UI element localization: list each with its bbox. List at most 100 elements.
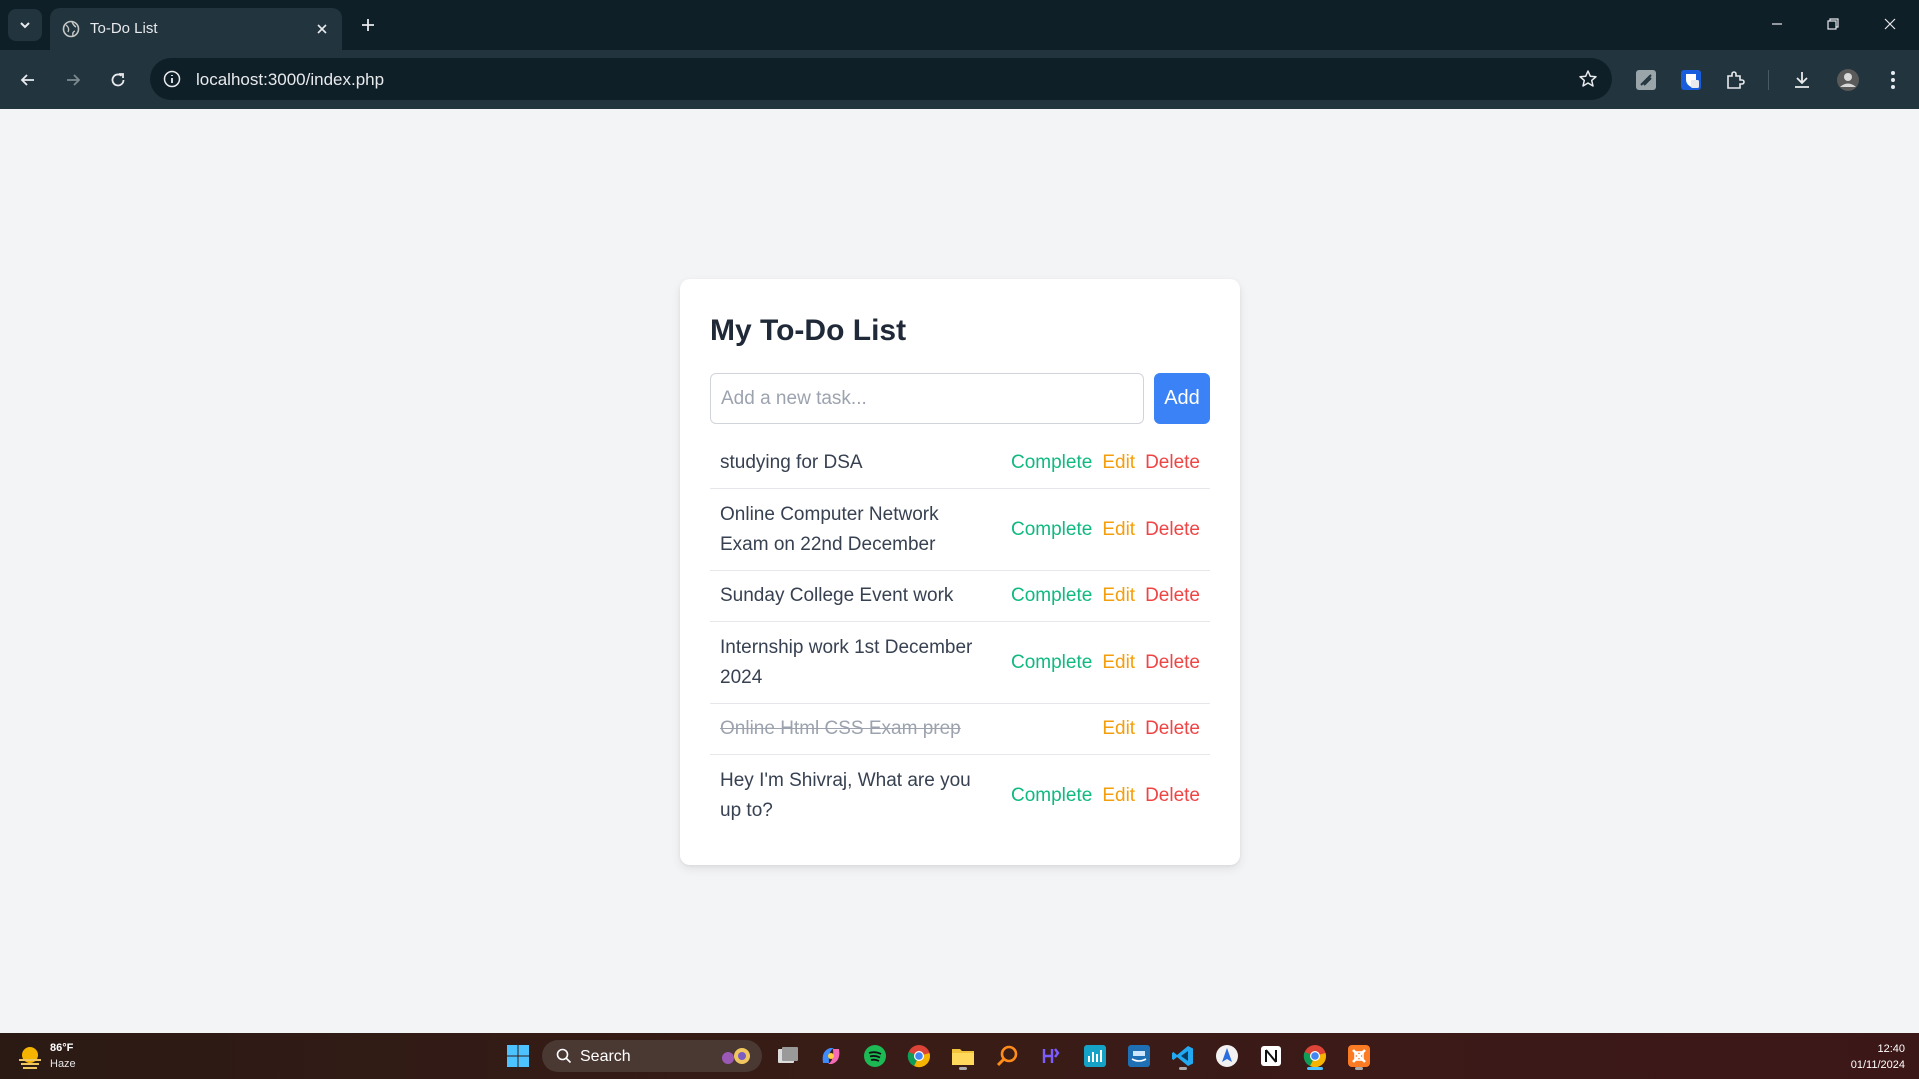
arrow-right-icon	[67, 74, 81, 86]
file-explorer-button[interactable]	[947, 1040, 979, 1072]
browser-titlebar: To-Do List	[0, 0, 1919, 50]
extension-button[interactable]	[1633, 67, 1659, 93]
url-text[interactable]: localhost:3000/index.php	[196, 70, 384, 90]
chrome-taskbar-button[interactable]	[903, 1040, 935, 1072]
prime-video-icon	[1128, 1045, 1150, 1067]
delete-button[interactable]: Delete	[1145, 652, 1200, 674]
edit-button[interactable]: Edit	[1102, 785, 1135, 807]
complete-button[interactable]: Complete	[1011, 785, 1092, 807]
edit-button[interactable]: Edit	[1102, 519, 1135, 541]
notion-button[interactable]	[1255, 1040, 1287, 1072]
task-actions: Complete Edit Delete	[1001, 652, 1200, 674]
xampp-icon	[1348, 1045, 1370, 1067]
bookmark-button[interactable]	[1576, 67, 1600, 91]
delete-button[interactable]: Delete	[1145, 452, 1200, 474]
running-indicator	[1355, 1067, 1363, 1070]
browser-tab[interactable]: To-Do List	[50, 8, 342, 50]
minimize-button[interactable]	[1749, 0, 1805, 48]
notion-icon	[1261, 1046, 1281, 1066]
search-icon	[556, 1048, 572, 1064]
weather-widget[interactable]: 86°F Haze	[14, 1041, 94, 1073]
close-window-button[interactable]	[1862, 0, 1918, 48]
new-tab-button[interactable]	[353, 10, 383, 40]
puzzle-icon	[1727, 71, 1745, 89]
extension-icon	[1636, 70, 1656, 90]
reload-button[interactable]	[102, 64, 134, 96]
complete-button[interactable]: Complete	[1011, 585, 1092, 607]
weather-temp: 86°F	[50, 1042, 74, 1054]
task-view-icon	[778, 1047, 798, 1063]
complete-button[interactable]: Complete	[1011, 652, 1092, 674]
task-item: studying for DSA Complete Edit Delete	[710, 438, 1210, 489]
xampp-button[interactable]	[1343, 1040, 1375, 1072]
delete-button[interactable]: Delete	[1145, 785, 1200, 807]
edit-button[interactable]: Edit	[1102, 585, 1135, 607]
bitwarden-extension-button[interactable]	[1678, 67, 1704, 93]
start-button[interactable]	[502, 1040, 534, 1072]
task-item-completed: Online Html CSS Exam prep Edit Delete	[710, 704, 1210, 755]
task-item: Sunday College Event work Complete Edit …	[710, 571, 1210, 622]
globe-icon	[62, 20, 80, 38]
delete-button[interactable]: Delete	[1145, 718, 1200, 740]
profile-button[interactable]	[1835, 67, 1861, 93]
close-icon	[1884, 18, 1896, 30]
delete-button[interactable]: Delete	[1145, 585, 1200, 607]
app-logo-icon	[1042, 1048, 1060, 1063]
search-highlight-icon	[722, 1048, 750, 1064]
search-app-button[interactable]	[991, 1040, 1023, 1072]
minimize-icon	[1772, 23, 1782, 25]
edit-button[interactable]: Edit	[1102, 652, 1135, 674]
clock-time: 12:40	[1877, 1043, 1905, 1055]
downloads-button[interactable]	[1789, 67, 1815, 93]
task-actions: Complete Edit Delete	[1001, 785, 1200, 807]
page-title: My To-Do List	[710, 314, 907, 347]
vscode-button[interactable]	[1167, 1040, 1199, 1072]
task-text: Hey I'm Shivraj, What are you up to?	[720, 770, 971, 821]
prime-video-button[interactable]	[1123, 1040, 1155, 1072]
task-text: studying for DSA	[720, 452, 863, 473]
edit-button[interactable]: Edit	[1102, 718, 1135, 740]
task-item: Online Computer Network Exam on 22nd Dec…	[710, 489, 1210, 571]
copilot-icon	[822, 1048, 840, 1064]
running-indicator	[959, 1067, 967, 1070]
complete-button[interactable]: Complete	[1011, 519, 1092, 541]
system-clock[interactable]: 12:40 01/11/2024	[1851, 1041, 1905, 1073]
task-text: Sunday College Event work	[720, 585, 954, 606]
arrow-left-icon	[20, 74, 34, 86]
task-view-button[interactable]	[772, 1040, 804, 1072]
new-task-input[interactable]	[710, 373, 1144, 424]
extensions-menu-button[interactable]	[1722, 67, 1748, 93]
edit-button[interactable]: Edit	[1102, 452, 1135, 474]
running-indicator	[1307, 1067, 1323, 1070]
taskbar-search[interactable]: Search	[542, 1040, 762, 1072]
copilot-button[interactable]	[815, 1040, 847, 1072]
haze-sun-icon	[19, 1047, 41, 1069]
shield-icon	[1681, 70, 1701, 90]
download-icon	[1795, 72, 1809, 88]
delete-button[interactable]: Delete	[1145, 519, 1200, 541]
running-indicator	[1179, 1067, 1187, 1070]
todo-card: My To-Do List Add studying for DSA Compl…	[680, 279, 1240, 865]
app-button[interactable]	[1211, 1040, 1243, 1072]
tab-close-button[interactable]	[310, 17, 334, 41]
app-button[interactable]	[1079, 1040, 1111, 1072]
tab-title: To-Do List	[90, 20, 158, 37]
spotify-button[interactable]	[859, 1040, 891, 1072]
weather-condition: Haze	[50, 1058, 76, 1070]
complete-button[interactable]: Complete	[1011, 452, 1092, 474]
reload-icon	[111, 73, 125, 87]
add-button[interactable]: Add	[1154, 373, 1210, 424]
app-button[interactable]	[1035, 1040, 1067, 1072]
back-button[interactable]	[12, 64, 44, 96]
chrome-menu-button[interactable]	[1880, 67, 1906, 93]
task-text: Internship work 1st December 2024	[720, 636, 973, 688]
address-bar[interactable]: localhost:3000/index.php	[150, 58, 1612, 100]
more-vertical-icon	[1891, 71, 1895, 89]
tab-search-button[interactable]	[8, 9, 42, 41]
restore-button[interactable]	[1805, 0, 1861, 48]
add-task-form: Add	[710, 373, 1210, 424]
app-chart-icon	[1084, 1045, 1106, 1067]
site-info-button[interactable]	[160, 67, 184, 91]
forward-button[interactable]	[57, 64, 89, 96]
chrome-active-button[interactable]	[1299, 1040, 1331, 1072]
